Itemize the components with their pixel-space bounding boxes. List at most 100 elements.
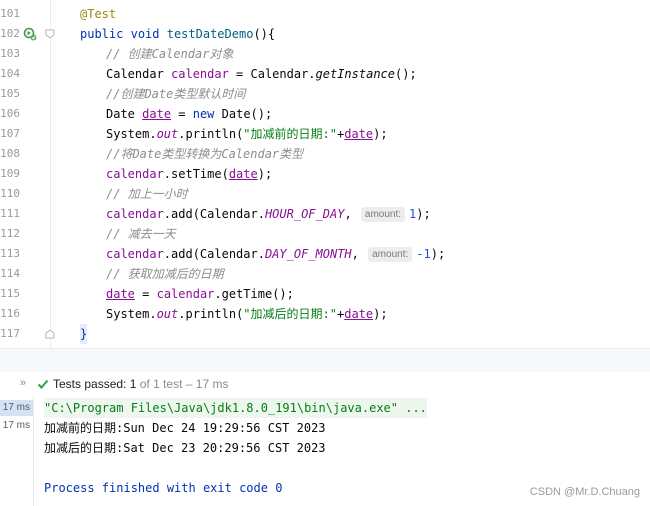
code-line[interactable]: 108 //将Date类型转换为Calendar类型 — [0, 144, 650, 164]
code-text: , — [344, 207, 352, 221]
code-line[interactable]: 110 // 加上一小时 — [0, 184, 650, 204]
code-text: , — [351, 247, 359, 261]
variable: date — [106, 287, 135, 301]
type-name: Date — [106, 107, 135, 121]
double-chevron-icon[interactable]: » — [20, 377, 26, 389]
tests-passed-label: Tests passed: — [53, 377, 127, 391]
method-call: getInstance — [315, 67, 396, 81]
line-number: 113 — [0, 247, 20, 260]
variable: calendar — [106, 167, 164, 181]
parameter-hint: amount: — [360, 207, 406, 222]
static-field: DAY_OF_MONTH — [264, 247, 352, 261]
line-number: 108 — [0, 147, 20, 160]
static-field: out — [156, 307, 179, 321]
code-line[interactable]: 105 //创建Date类型默认时间 — [0, 84, 650, 104]
line-number: 102 — [0, 27, 20, 40]
keyword: public — [80, 27, 124, 41]
code-editor[interactable]: 101 @Test 102 public void testDateDemo()… — [0, 0, 650, 348]
comment: // 减去一天 — [106, 227, 176, 241]
parameter-hint: amount: — [368, 247, 413, 262]
line-number: 110 — [0, 187, 20, 200]
test-summary: Tests passed: 1 of 1 test – 17 ms — [53, 377, 228, 391]
watermark: CSDN @Mr.D.Chuang — [529, 486, 640, 498]
check-icon — [37, 379, 49, 389]
static-field: HOUR_OF_DAY — [264, 207, 345, 221]
string-literal: "加减前的日期:" — [243, 127, 337, 141]
line-number: 116 — [0, 307, 20, 320]
console-output-line: 加减后的日期:Sat Dec 23 20:29:56 CST 2023 — [44, 441, 326, 455]
code-line[interactable]: 112 // 减去一天 — [0, 224, 650, 244]
code-text: .setTime( — [163, 167, 229, 181]
code-text: System. — [106, 127, 157, 141]
variable: calendar — [106, 247, 164, 261]
test-time[interactable]: 17 ms — [0, 400, 33, 416]
code-line[interactable]: 117 } — [0, 324, 650, 344]
console-exit-line: Process finished with exit code 0 — [44, 481, 283, 495]
code-line[interactable]: 113 calendar.add(Calendar.DAY_OF_MONTH, … — [0, 244, 650, 264]
code-text: (); — [395, 67, 417, 81]
variable: calendar — [106, 207, 164, 221]
fold-icon[interactable] — [45, 329, 55, 339]
code-line[interactable]: 106 Date date = new Date(); — [0, 104, 650, 124]
line-number: 103 — [0, 47, 20, 60]
string-literal: "加减后的日期:" — [243, 307, 337, 321]
variable: calendar — [156, 287, 215, 301]
number-literal: -1 — [416, 247, 431, 261]
console-command-line[interactable]: "C:\Program Files\Java\jdk1.8.0_191\bin\… — [44, 398, 427, 418]
static-field: out — [156, 127, 179, 141]
code-text: (){ — [253, 27, 276, 41]
line-number: 109 — [0, 167, 20, 180]
variable: date — [344, 307, 374, 321]
line-number: 104 — [0, 67, 20, 80]
panel-divider[interactable] — [0, 348, 650, 373]
variable: date — [228, 167, 258, 181]
code-line[interactable]: 115 date = calendar.getTime(); — [0, 284, 650, 304]
code-text: = — [134, 287, 157, 301]
code-line[interactable]: 114 // 获取加减后的日期 — [0, 264, 650, 284]
code-line[interactable]: 104 Calendar calendar = Calendar.getInst… — [0, 64, 650, 84]
code-line[interactable]: 103 // 创建Calendar对象 — [0, 44, 650, 64]
code-text: = Calendar. — [228, 67, 316, 81]
code-line[interactable]: 107 System.out.println("加减前的日期:"+date); — [0, 124, 650, 144]
code-text: ); — [416, 207, 431, 221]
keyword: void — [130, 27, 160, 41]
code-text: = — [171, 107, 193, 121]
code-line[interactable]: 102 public void testDateDemo(){ — [0, 24, 650, 44]
line-number: 107 — [0, 127, 20, 140]
code-line[interactable]: 111 calendar.add(Calendar.HOUR_OF_DAY, a… — [0, 204, 650, 224]
code-text: ); — [373, 127, 388, 141]
variable: date — [344, 127, 374, 141]
comment: // 创建Calendar对象 — [106, 47, 234, 61]
code-line[interactable]: 101 @Test — [0, 4, 650, 24]
line-number: 115 — [0, 287, 20, 300]
comment: //创建Date类型默认时间 — [106, 87, 246, 101]
code-text: .println( — [178, 127, 244, 141]
code-text: ); — [430, 247, 446, 261]
line-number: 114 — [0, 267, 20, 280]
run-test-icon[interactable] — [23, 27, 37, 41]
variable: calendar — [171, 67, 229, 81]
code-line[interactable]: 116 System.out.println("加减后的日期:"+date); — [0, 304, 650, 324]
console-output-line: 加减前的日期:Sun Dec 24 19:29:56 CST 2023 — [44, 421, 326, 435]
keyword: new — [192, 107, 215, 121]
type-name: Calendar — [106, 67, 164, 81]
test-time[interactable]: 17 ms — [0, 418, 33, 434]
test-time-column: 17 ms 17 ms — [0, 396, 34, 506]
code-text: ); — [257, 167, 273, 181]
test-status-bar: » Tests passed: 1 of 1 test – 17 ms — [0, 372, 650, 396]
code-text: .add(Calendar. — [163, 207, 265, 221]
code-text: ); — [373, 307, 388, 321]
code-text: .println( — [178, 307, 244, 321]
comment: // 加上一小时 — [106, 187, 188, 201]
closing-brace: } — [80, 327, 88, 341]
line-number: 106 — [0, 107, 20, 120]
comment: // 获取加减后的日期 — [106, 267, 224, 281]
annotation: @Test — [80, 7, 117, 21]
code-text: .add(Calendar. — [163, 247, 265, 261]
code-text: .getTime(); — [214, 287, 294, 301]
code-text: System. — [106, 307, 157, 321]
fold-icon[interactable] — [45, 29, 55, 39]
code-line[interactable]: 109 calendar.setTime(date); — [0, 164, 650, 184]
line-number: 105 — [0, 87, 20, 100]
tests-detail: of 1 test – 17 ms — [139, 377, 229, 391]
